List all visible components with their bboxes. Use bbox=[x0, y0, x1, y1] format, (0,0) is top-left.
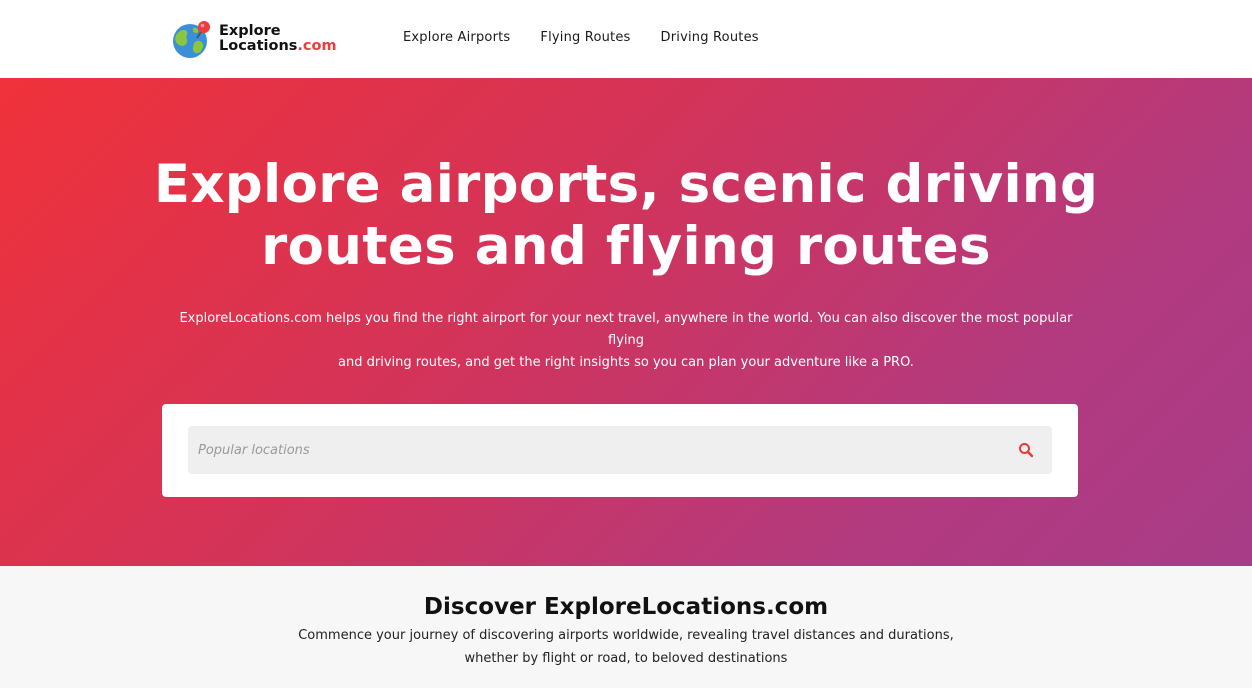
hero-description-line2: and driving routes, and get the right in… bbox=[338, 355, 914, 370]
hero-description-line1: ExploreLocations.com helps you find the … bbox=[179, 311, 1073, 348]
logo-line2-suffix: .com bbox=[297, 38, 337, 54]
site-logo[interactable]: Explore Locations.com bbox=[171, 18, 337, 60]
nav-link-explore-airports[interactable]: Explore Airports bbox=[403, 30, 510, 45]
nav-link-flying-routes[interactable]: Flying Routes bbox=[540, 30, 630, 45]
nav-link-driving-routes[interactable]: Driving Routes bbox=[661, 30, 759, 45]
logo-line1: Explore bbox=[219, 23, 281, 39]
top-navigation-bar: Explore Locations.com Explore Airports F… bbox=[0, 0, 1252, 78]
main-nav: Explore Airports Flying Routes Driving R… bbox=[403, 30, 789, 45]
discover-text: Commence your journey of discovering air… bbox=[276, 624, 976, 670]
search-card bbox=[162, 404, 1078, 497]
logo-line2-main: Locations bbox=[219, 38, 298, 54]
discover-title: Discover ExploreLocations.com bbox=[423, 594, 829, 620]
logo-wordmark: Explore Locations.com bbox=[219, 24, 337, 54]
hero-title-line1: Explore airports, scenic driving bbox=[153, 154, 1099, 215]
hero-title: Explore airports, scenic driving routes … bbox=[0, 154, 1252, 278]
discover-section: Discover ExploreLocations.com Commence y… bbox=[0, 566, 1252, 688]
discover-text-line2: whether by flight or road, to beloved de… bbox=[464, 651, 788, 666]
discover-text-line1: Commence your journey of discovering air… bbox=[298, 628, 954, 643]
hero-description: ExploreLocations.com helps you find the … bbox=[166, 308, 1086, 374]
search-box bbox=[188, 426, 1052, 474]
search-input[interactable] bbox=[188, 426, 988, 474]
globe-pin-icon bbox=[173, 21, 210, 58]
search-icon[interactable] bbox=[1018, 442, 1034, 458]
hero-title-line2: routes and flying routes bbox=[261, 216, 991, 277]
logo-line2: Locations.com bbox=[219, 39, 337, 54]
hero-section: Explore airports, scenic driving routes … bbox=[0, 78, 1252, 566]
